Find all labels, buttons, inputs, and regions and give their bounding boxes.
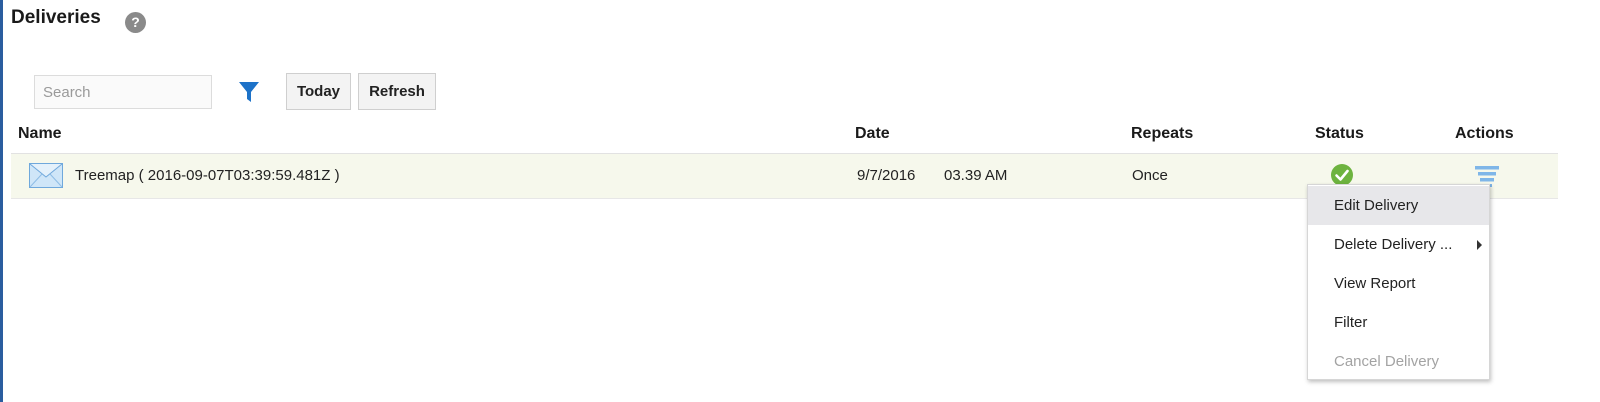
menu-item-cancel-delivery: Cancel Delivery — [1308, 342, 1489, 381]
menu-item-label: Delete Delivery ... — [1334, 236, 1453, 253]
success-check-icon — [1331, 164, 1353, 186]
menu-item-label: Edit Delivery — [1334, 197, 1419, 214]
column-header-status[interactable]: Status — [1315, 125, 1364, 143]
menu-item-edit-delivery[interactable]: Edit Delivery — [1308, 186, 1489, 225]
window-left-edge — [0, 0, 3, 402]
actions-context-menu: Edit Delivery Delete Delivery ... View R… — [1307, 184, 1490, 380]
delivery-repeats: Once — [1132, 167, 1168, 184]
refresh-button[interactable]: Refresh — [358, 73, 436, 110]
delivery-time: 03.39 AM — [944, 167, 1008, 184]
menu-item-label: Filter — [1334, 314, 1368, 331]
menu-item-label: Cancel Delivery — [1334, 353, 1440, 370]
menu-item-label: View Report — [1334, 275, 1416, 292]
page-title: Deliveries — [11, 7, 101, 28]
search-input[interactable] — [34, 75, 212, 109]
menu-item-view-report[interactable]: View Report — [1308, 264, 1489, 303]
submenu-arrow-icon — [1477, 240, 1482, 250]
menu-item-delete-delivery[interactable]: Delete Delivery ... — [1308, 225, 1489, 264]
column-header-repeats[interactable]: Repeats — [1131, 125, 1193, 143]
today-button[interactable]: Today — [286, 73, 351, 110]
delivery-name[interactable]: Treemap ( 2016-09-07T03:39:59.481Z ) — [75, 167, 340, 184]
envelope-icon — [29, 163, 63, 188]
help-icon[interactable]: ? — [125, 12, 146, 33]
menu-item-filter[interactable]: Filter — [1308, 303, 1489, 342]
delivery-date: 9/7/2016 — [857, 167, 916, 184]
funnel-icon[interactable] — [238, 80, 260, 104]
column-header-name[interactable]: Name — [18, 125, 62, 143]
column-header-date[interactable]: Date — [855, 125, 890, 143]
column-header-actions: Actions — [1455, 125, 1514, 142]
